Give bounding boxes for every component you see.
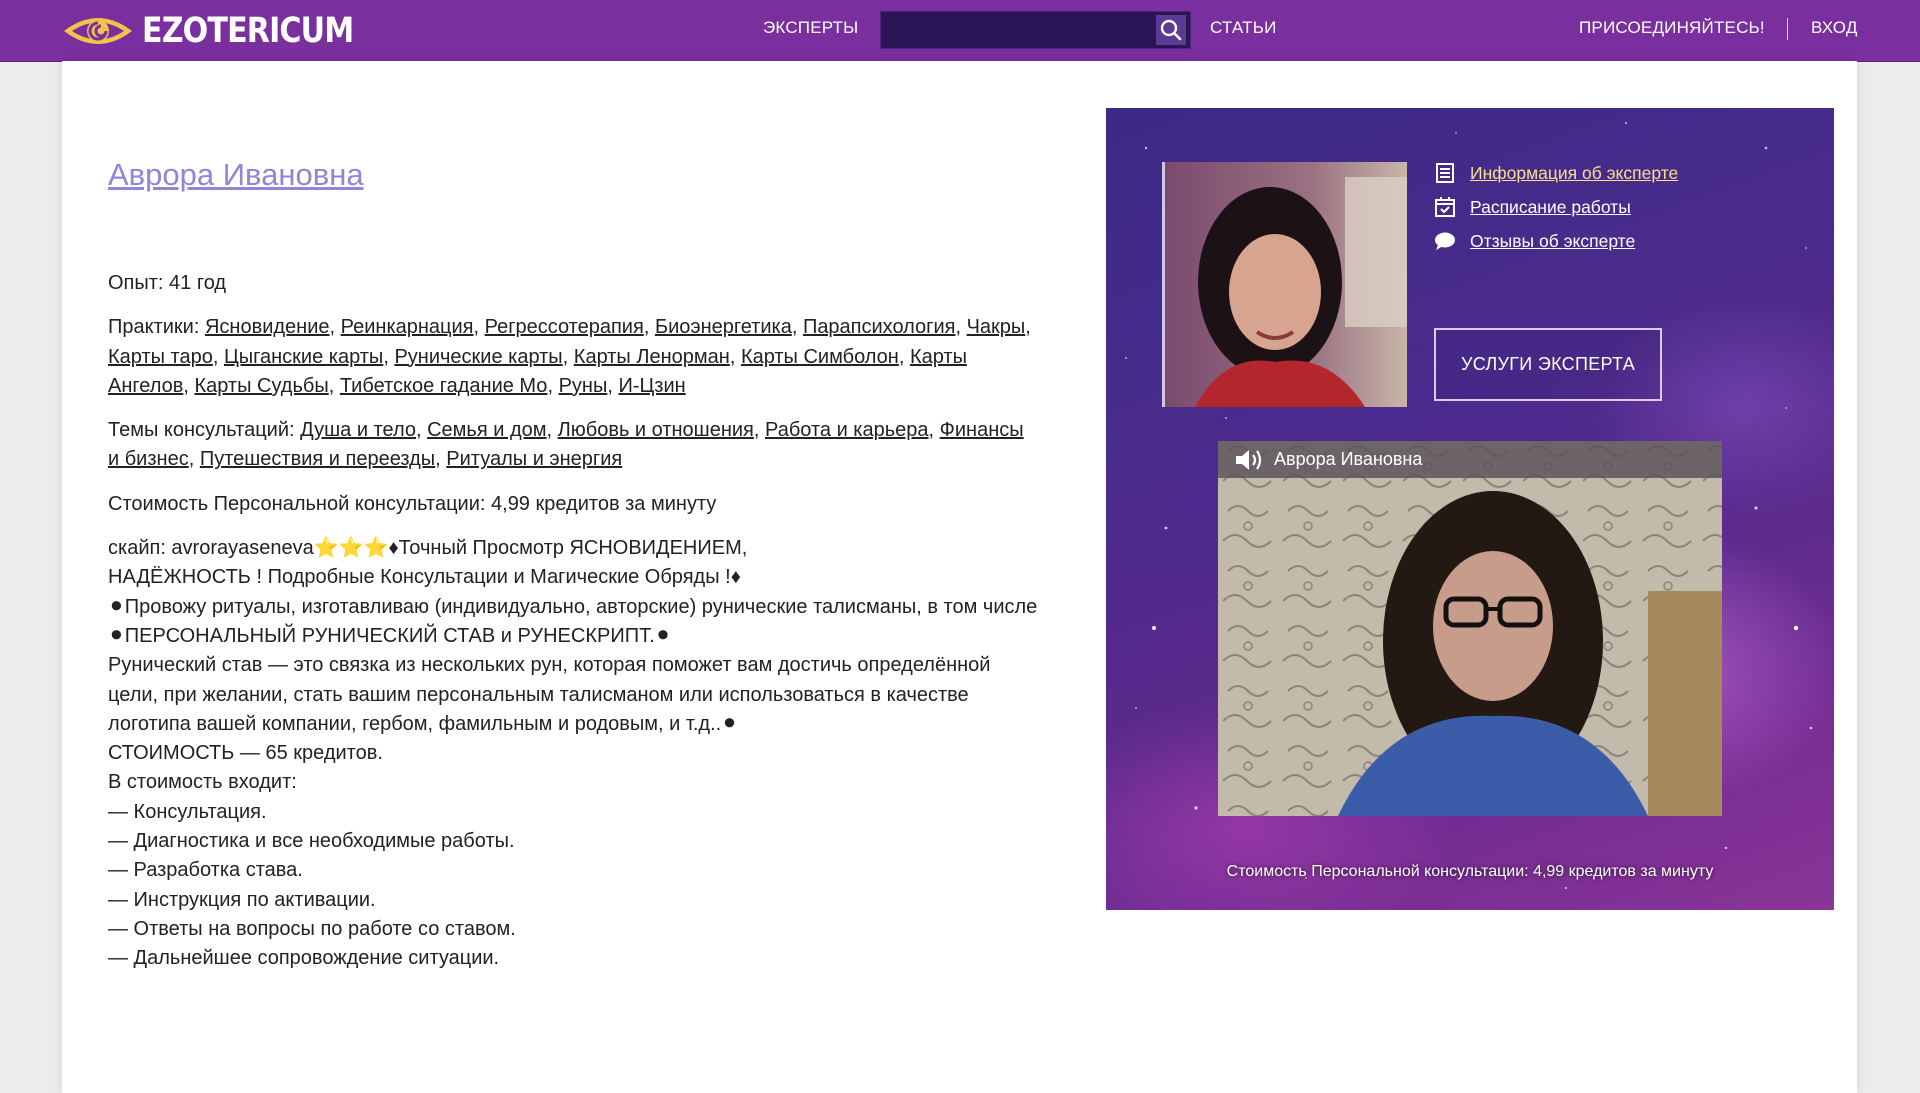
link-label: Информация об эксперте	[1470, 162, 1679, 183]
eye-logo-icon	[64, 18, 132, 44]
practice-link[interactable]: И-Цзин	[618, 375, 685, 397]
video-frame-image	[1218, 441, 1722, 816]
practice-link[interactable]: Карты таро	[108, 346, 213, 368]
description-line: ⚫ПЕРСОНАЛЬНЫЙ РУНИЧЕСКИЙ СТАВ и РУНЕСКРИ…	[108, 624, 672, 647]
description-line: — Консультация.	[108, 800, 267, 823]
practice-link[interactable]: Карты Ленорман	[574, 346, 730, 368]
topic-link[interactable]: Работа и карьера	[765, 419, 929, 441]
description-line: — Инструкция по активации.	[108, 888, 376, 911]
practice-link[interactable]: Цыганские карты	[224, 346, 383, 368]
description-line: В стоимость входит:	[108, 771, 297, 794]
nav-separator	[1787, 18, 1788, 40]
topic-link[interactable]: Ритуалы и энергия	[446, 448, 622, 470]
topic-link[interactable]: Путешествия и переезды	[200, 448, 435, 470]
expert-name-link[interactable]: Аврора Ивановна	[108, 157, 364, 193]
description-line: Рунический став — это связка из нескольк…	[108, 654, 991, 735]
video-title-bar: Аврора Ивановна	[1218, 441, 1722, 478]
link-expert-reviews[interactable]: Отзывы об эксперте	[1434, 224, 1678, 258]
nav-articles[interactable]: СТАТЬИ	[1210, 18, 1277, 38]
logo-text: EZOTERICUM	[142, 11, 354, 51]
description-line: ⚫Провожу ритуалы, изготавливаю (индивиду…	[108, 595, 1038, 618]
topic-link[interactable]: Любовь и отношения	[558, 419, 754, 441]
search-input[interactable]	[881, 12, 1149, 48]
search-button[interactable]	[1156, 15, 1186, 45]
description-line: скайп: avrorayaseneva⭐⭐⭐♦Точный Просмотр…	[108, 537, 748, 560]
description-line: — Разработка става.	[108, 859, 303, 882]
link-expert-info[interactable]: Информация об эксперте	[1434, 156, 1678, 190]
panel-price-text: Стоимость Персональной консультации: 4,9…	[1226, 863, 1714, 880]
experience-text: Опыт: 41 год	[108, 272, 227, 294]
topic-link[interactable]: Душа и тело	[300, 419, 416, 441]
expert-description: скайп: avrorayaseneva⭐⭐⭐♦Точный Просмотр…	[108, 534, 1038, 973]
expert-portrait-image	[1165, 162, 1407, 407]
video-expert-name: Аврора Ивановна	[1274, 449, 1423, 469]
expert-profile-details: Опыт: 41 год Практики: Ясновидение, Реин…	[108, 269, 1038, 974]
practice-link[interactable]: Чакры	[967, 316, 1026, 338]
practice-link[interactable]: Тибетское гадание Мо	[340, 375, 548, 397]
link-label: Расписание работы	[1470, 196, 1631, 217]
practice-link[interactable]: Реинкарнация	[341, 316, 474, 338]
top-navigation-bar: EZOTERICUM ЭКСПЕРТЫ СТАТЬИ ПРИСОЕДИНЯЙТЕ…	[0, 0, 1920, 62]
search-icon	[1160, 19, 1182, 41]
practice-link[interactable]: Руны	[559, 375, 608, 397]
nav-join[interactable]: ПРИСОЕДИНЯЙТЕСЬ!	[1579, 18, 1765, 38]
expert-services-button[interactable]: УСЛУГИ ЭКСПЕРТА	[1434, 328, 1662, 401]
practice-link[interactable]: Рунические карты	[394, 346, 562, 368]
practices-label: Практики:	[108, 316, 205, 339]
link-work-schedule[interactable]: Расписание работы	[1434, 190, 1678, 224]
expert-video-stream[interactable]: Аврора Ивановна	[1218, 441, 1722, 816]
description-line: — Ответы на вопросы по работе со ставом.	[108, 917, 516, 940]
description-line: СТОИМОСТЬ — 65 кредитов.	[108, 742, 383, 765]
practices-list: Ясновидение, Реинкарнация, Регрессотерап…	[108, 316, 1031, 397]
expert-side-panel: Информация об эксперте Расписание работы…	[1106, 108, 1834, 910]
speech-bubble-icon	[1434, 230, 1456, 252]
nav-login[interactable]: ВХОД	[1811, 18, 1858, 38]
description-line: — Дальнейшее сопровождение ситуации.	[108, 947, 500, 970]
practice-link[interactable]: Карты Симболон	[741, 346, 899, 368]
calendar-icon	[1434, 196, 1456, 218]
topic-link[interactable]: Семья и дом	[427, 419, 546, 441]
speaker-icon[interactable]	[1234, 449, 1264, 471]
expert-panel-links: Информация об эксперте Расписание работы…	[1434, 156, 1678, 258]
topics-label: Темы консультаций:	[108, 419, 301, 442]
practice-link[interactable]: Ясновидение	[205, 316, 330, 338]
description-line: — Диагностика и все необходимые работы.	[108, 830, 515, 853]
practice-link[interactable]: Парапсихология	[803, 316, 956, 338]
nav-experts[interactable]: ЭКСПЕРТЫ	[763, 18, 858, 38]
price-text: Стоимость Персональной консультации: 4,9…	[108, 492, 717, 515]
practice-link[interactable]: Биоэнергетика	[655, 316, 792, 338]
document-icon	[1434, 162, 1456, 184]
link-label: Отзывы об эксперте	[1470, 230, 1636, 251]
expert-profile-card: Аврора Ивановна Опыт: 41 год Практики: Я…	[62, 61, 1857, 1093]
topics-line: Темы консультаций: Душа и тело, Семья и …	[108, 416, 1038, 475]
practices-line: Практики: Ясновидение, Реинкарнация, Рег…	[108, 313, 1038, 401]
site-logo[interactable]: EZOTERICUM	[62, 8, 388, 54]
description-line: НАДЁЖНОСТЬ ! Подробные Консультации и Ма…	[108, 566, 741, 589]
expert-avatar[interactable]	[1162, 162, 1407, 407]
search-box	[880, 11, 1191, 49]
practice-link[interactable]: Карты Судьбы	[194, 375, 328, 397]
practice-link[interactable]: Регрессотерапия	[485, 316, 644, 338]
